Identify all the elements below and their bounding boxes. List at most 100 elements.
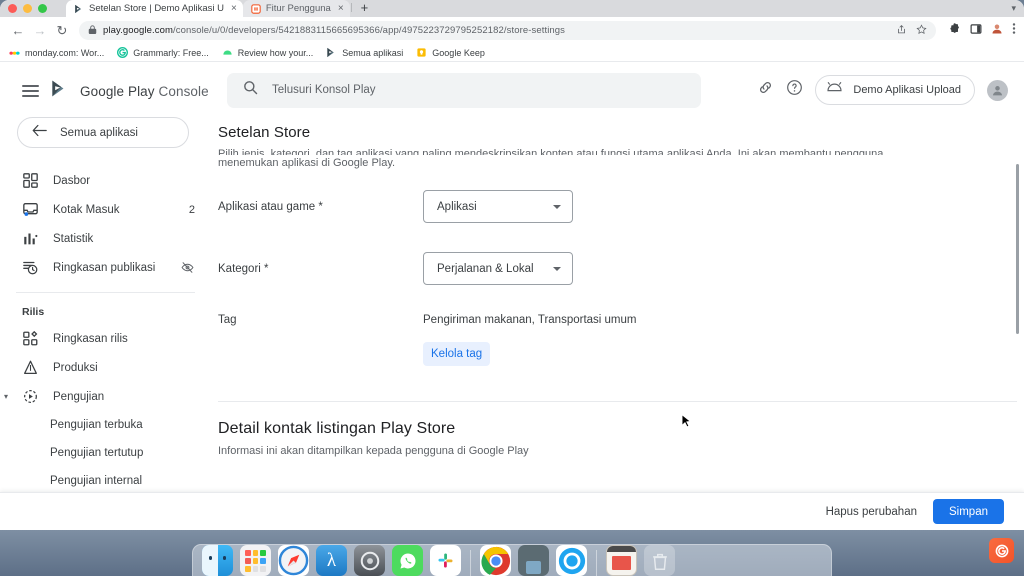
url-domain: play.google.com	[103, 25, 173, 36]
chevron-down-icon[interactable]: ▾	[4, 392, 8, 401]
brand-google-play: Google Play	[80, 84, 155, 99]
all-apps-back-button[interactable]: Semua aplikasi	[17, 117, 189, 148]
contact-section-subtitle: Informasi ini akan ditampilkan kepada pe…	[211, 445, 1024, 457]
page-content: Google Play Console Semua aplikasi Dasbo…	[0, 62, 1024, 530]
sidebar-brand-row: Google Play Console	[0, 62, 211, 103]
sidebar-item-kotak-masuk[interactable]: Kotak Masuk 2	[0, 195, 211, 224]
tag-label: Tag	[211, 314, 423, 326]
app-selector-chip[interactable]: Demo Aplikasi Upload	[815, 75, 975, 105]
link-icon[interactable]	[757, 79, 774, 101]
finder-icon[interactable]	[202, 545, 233, 576]
search-input[interactable]: Telusuri Konsol Play	[227, 73, 701, 108]
bookmark-star-icon[interactable]	[916, 22, 927, 40]
manage-tags-button[interactable]: Kelola tag	[423, 342, 490, 366]
browser-window: Setelan Store | Demo Aplikasi U × Fitur …	[0, 0, 1024, 530]
sidebar-item-pengujian[interactable]: ▾ Pengujian	[0, 382, 211, 411]
minimize-window-button[interactable]	[23, 4, 32, 13]
select-value: Aplikasi	[437, 201, 477, 213]
sidebar-item-label: Pengujian terbuka	[50, 419, 195, 431]
slack-icon[interactable]	[430, 545, 461, 576]
screen-root: Setelan Store | Demo Aplikasi U × Fitur …	[0, 0, 1024, 576]
inbox-icon	[22, 201, 39, 218]
sidebar-item-ringkasan-rilis[interactable]: Ringkasan rilis	[0, 324, 211, 353]
dashboard-icon	[22, 172, 39, 189]
sidebar-item-pengujian-terbuka[interactable]: Pengujian terbuka	[0, 411, 211, 439]
trash-icon[interactable]	[644, 545, 675, 576]
dock-divider-2	[596, 550, 597, 576]
android-head-icon	[825, 81, 844, 100]
browser-tab-active[interactable]: Setelan Store | Demo Aplikasi U ×	[66, 0, 243, 17]
bookmark-item[interactable]: monday.com: Wor...	[9, 47, 104, 58]
address-bar[interactable]: play.google.com/console/u/0/developers/5…	[79, 21, 936, 40]
sidebar-item-label: Dasbor	[53, 175, 195, 187]
window-traffic-lights[interactable]	[8, 4, 47, 13]
grammarly-badge-icon[interactable]	[989, 538, 1014, 563]
whatsapp-icon[interactable]	[392, 545, 423, 576]
hamburger-icon[interactable]	[22, 85, 39, 97]
tab-search-chevron-icon[interactable]: ▾	[1011, 3, 1016, 14]
reload-button[interactable]: ↻	[52, 21, 72, 41]
launchpad-icon[interactable]	[240, 545, 271, 576]
url-path: /console/u/0/developers/5421883115665695…	[173, 25, 565, 36]
fitur-pengguna-favicon	[251, 4, 261, 14]
publishing-overview-icon	[22, 259, 39, 276]
xcode-icon[interactable]: λ	[316, 545, 347, 576]
browser-tab-title: Setelan Store | Demo Aplikasi U	[89, 3, 224, 14]
photoshop-icon[interactable]	[518, 545, 549, 576]
sidebar-item-ringkasan-publikasi[interactable]: Ringkasan publikasi	[0, 253, 211, 282]
app-name-label: Demo Aplikasi Upload	[853, 84, 961, 96]
help-circle-icon[interactable]	[786, 79, 803, 101]
back-button[interactable]: ←	[8, 21, 28, 41]
page-title: Setelan Store	[211, 118, 1024, 141]
notes-icon[interactable]	[606, 545, 637, 576]
bookmark-label: Semua aplikasi	[342, 48, 403, 58]
lock-icon	[88, 22, 97, 40]
testing-icon	[22, 388, 39, 405]
avatar[interactable]	[987, 80, 1008, 101]
contact-section-heading: Detail kontak listingan Play Store	[211, 420, 1024, 438]
section-description: Pilih jenis, kategori, dan tag aplikasi …	[218, 146, 1008, 172]
sidebar-item-produksi[interactable]: Produksi	[0, 353, 211, 382]
play-console-icon	[326, 47, 337, 58]
description-text: Pilih jenis, kategori, dan tag aplikasi …	[218, 146, 1008, 172]
profile-avatar-icon[interactable]	[991, 22, 1003, 40]
bookmark-item[interactable]: Google Keep	[416, 47, 485, 58]
sidebar-item-statistik[interactable]: Statistik	[0, 224, 211, 253]
bookmark-item[interactable]: Grammarly: Free...	[117, 47, 209, 58]
kategori-select[interactable]: Perjalanan & Lokal	[423, 252, 573, 285]
chevron-down-icon	[553, 267, 561, 271]
system-prefs-icon[interactable]	[354, 545, 385, 576]
sidebar-item-dasbor[interactable]: Dasbor	[0, 166, 211, 195]
sidebar-item-label: Ringkasan rilis	[53, 333, 195, 345]
settings-scroll-area[interactable]: Pilih jenis, kategori, dan tag aplikasi …	[211, 146, 1024, 482]
chrome-menu-icon[interactable]	[1012, 22, 1016, 40]
extensions-puzzle-icon[interactable]	[949, 22, 961, 40]
field-row-app-or-game: Aplikasi atau game * Aplikasi	[211, 190, 1024, 223]
bookmark-item[interactable]: Review how your...	[222, 47, 314, 58]
bookmark-item[interactable]: Semua aplikasi	[326, 47, 403, 58]
macos-dock: λ	[192, 544, 832, 576]
close-window-button[interactable]	[8, 4, 17, 13]
new-tab-button[interactable]: +	[353, 1, 377, 16]
browser-tab-inactive[interactable]: Fitur Pengguna ×	[243, 0, 350, 17]
sidebar-item-label: Pengujian tertutup	[50, 447, 195, 459]
skype-icon[interactable]	[556, 545, 587, 576]
app-or-game-select[interactable]: Aplikasi	[423, 190, 573, 223]
close-tab-button[interactable]: ×	[338, 4, 344, 14]
share-icon[interactable]	[896, 22, 907, 40]
forward-button[interactable]: →	[30, 21, 50, 41]
section-divider	[218, 401, 1017, 402]
save-button[interactable]: Simpan	[933, 499, 1004, 524]
eye-off-icon[interactable]	[181, 261, 195, 275]
maximize-window-button[interactable]	[38, 4, 47, 13]
sidebar-item-pengujian-internal[interactable]: Pengujian internal	[0, 467, 211, 495]
chrome-icon[interactable]	[480, 545, 511, 576]
discard-changes-button[interactable]: Hapus perubahan	[826, 506, 917, 518]
safari-icon[interactable]	[278, 545, 309, 576]
bookmark-label: Review how your...	[238, 48, 314, 58]
close-tab-button[interactable]: ×	[231, 4, 237, 14]
side-panel-icon[interactable]	[970, 22, 982, 40]
sidebar-item-pengujian-tertutup[interactable]: Pengujian tertutup	[0, 439, 211, 467]
grammarly-icon	[117, 47, 128, 58]
content-scrollbar[interactable]	[1016, 164, 1019, 334]
